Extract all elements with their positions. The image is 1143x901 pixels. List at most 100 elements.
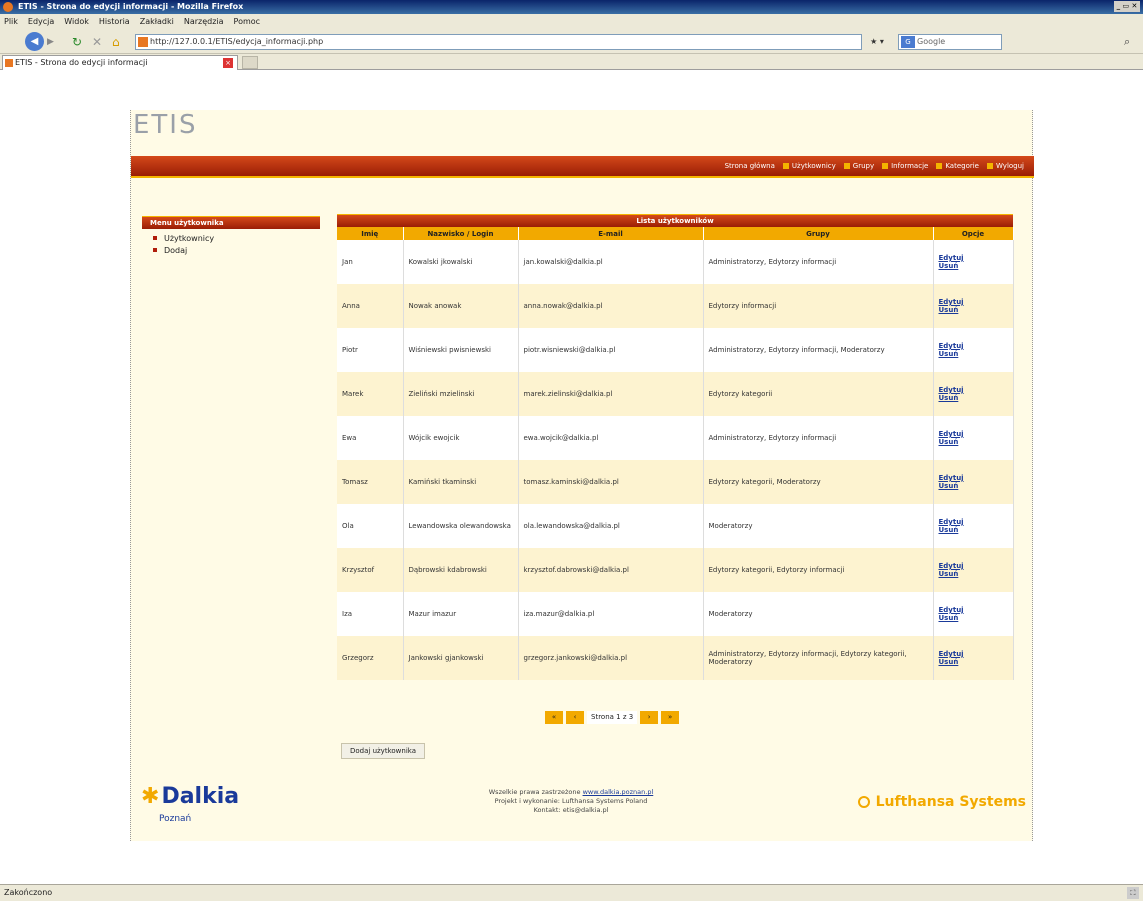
delete-link[interactable]: Usuń: [939, 394, 959, 402]
column-header-first-name[interactable]: Imię: [337, 227, 404, 240]
nav-item-users[interactable]: Użytkownicy: [782, 162, 836, 170]
dalkia-logo: ✱Dalkia: [141, 784, 240, 809]
delete-link[interactable]: Usuń: [939, 350, 959, 358]
delete-link[interactable]: Usuń: [939, 262, 959, 270]
users-table-panel: Lista użytkowników Imię Nazwisko / Login…: [337, 214, 1014, 680]
cell-first-name: Ewa: [337, 416, 404, 460]
menu-file[interactable]: Plik: [4, 14, 18, 30]
cell-first-name: Krzysztof: [337, 548, 404, 592]
delete-link[interactable]: Usuń: [939, 614, 959, 622]
edit-link[interactable]: Edytuj: [939, 606, 964, 614]
cell-email: jan.kowalski@dalkia.pl: [518, 240, 704, 284]
menu-help[interactable]: Pomoc: [234, 14, 261, 30]
edit-link[interactable]: Edytuj: [939, 386, 964, 394]
edit-link[interactable]: Edytuj: [939, 430, 964, 438]
menu-edit[interactable]: Edycja: [28, 14, 54, 30]
browser-tab[interactable]: ETIS - Strona do edycji informacji ×: [2, 55, 238, 70]
cell-options: Edytuj Usuń: [933, 372, 1014, 416]
cell-options: Edytuj Usuń: [933, 240, 1014, 284]
new-tab-button[interactable]: [242, 56, 258, 69]
delete-link[interactable]: Usuń: [939, 658, 959, 666]
delete-link[interactable]: Usuń: [939, 570, 959, 578]
table-title: Lista użytkowników: [337, 214, 1013, 227]
edit-link[interactable]: Edytuj: [939, 254, 964, 262]
footer: ✱Dalkia Poznań Wszelkie prawa zastrzeżon…: [131, 776, 1034, 842]
cell-groups: Moderatorzy: [703, 504, 934, 548]
delete-link[interactable]: Usuń: [939, 526, 959, 534]
delete-link[interactable]: Usuń: [939, 438, 959, 446]
cell-first-name: Marek: [337, 372, 404, 416]
reload-icon[interactable]: ↻: [72, 35, 82, 49]
sidebar-item-users[interactable]: Użytkownicy: [153, 232, 214, 244]
tab-close-icon[interactable]: ×: [223, 58, 233, 68]
cell-groups: Moderatorzy: [703, 592, 934, 636]
cell-first-name: Ola: [337, 504, 404, 548]
menu-tools[interactable]: Narzędzia: [184, 14, 224, 30]
cell-login: Wójcik ewojcik: [403, 416, 519, 460]
search-box[interactable]: G Google: [898, 34, 1002, 50]
bullet-icon: [153, 236, 157, 240]
page-container: ETIS Strona główna Użytkownicy Grupy Inf…: [130, 110, 1034, 842]
sidebar-item-add[interactable]: Dodaj: [153, 244, 214, 256]
search-icon[interactable]: ⌕: [1124, 35, 1130, 49]
edit-link[interactable]: Edytuj: [939, 518, 964, 526]
menu-bar: Plik Edycja Widok Historia Zakładki Narz…: [0, 14, 1143, 30]
cell-groups: Edytorzy informacji: [703, 284, 934, 328]
table-row: Ewa Wójcik ewojcik ewa.wojcik@dalkia.pl Adm…: [337, 416, 1014, 460]
status-bar: Zakończono ⛶: [0, 884, 1143, 901]
cell-options: Edytuj Usuń: [933, 460, 1014, 504]
last-page-button[interactable]: »: [661, 711, 680, 724]
forward-icon[interactable]: ▶: [47, 36, 59, 48]
edit-link[interactable]: Edytuj: [939, 474, 964, 482]
next-page-button[interactable]: ›: [640, 711, 659, 724]
cell-login: Mazur imazur: [403, 592, 519, 636]
cell-email: marek.zielinski@dalkia.pl: [518, 372, 704, 416]
column-header-login[interactable]: Nazwisko / Login: [403, 227, 519, 240]
menu-bookmarks[interactable]: Zakładki: [140, 14, 174, 30]
search-engine-icon[interactable]: G: [901, 36, 915, 48]
status-text: Zakończono: [4, 888, 53, 897]
column-header-email[interactable]: E-mail: [518, 227, 704, 240]
menu-view[interactable]: Widok: [64, 14, 89, 30]
cell-groups: Administratorzy, Edytorzy informacji, Mo…: [703, 328, 934, 372]
cell-login: Nowak anowak: [403, 284, 519, 328]
table-row: Iza Mazur imazur iza.mazur@dalkia.pl Modera…: [337, 592, 1014, 636]
nav-item-information[interactable]: Informacje: [882, 162, 928, 170]
etis-logo[interactable]: ETIS: [133, 110, 197, 140]
cell-login: Wiśniewski pwisniewski: [403, 328, 519, 372]
cell-first-name: Iza: [337, 592, 404, 636]
back-icon[interactable]: ◀: [25, 32, 44, 51]
cell-options: Edytuj Usuń: [933, 328, 1014, 372]
page-info: Strona 1 z 3: [587, 711, 638, 724]
delete-link[interactable]: Usuń: [939, 482, 959, 490]
cell-groups: Administratorzy, Edytorzy informacji, Ed…: [703, 636, 934, 680]
column-header-groups[interactable]: Grupy: [703, 227, 934, 240]
nav-item-categories[interactable]: Kategorie: [936, 162, 979, 170]
cell-options: Edytuj Usuń: [933, 416, 1014, 460]
nav-item-home[interactable]: Strona główna: [725, 162, 775, 170]
stop-icon[interactable]: ✕: [92, 35, 102, 49]
dalkia-star-icon: ✱: [141, 784, 160, 809]
home-icon[interactable]: ⌂: [112, 35, 120, 49]
edit-link[interactable]: Edytuj: [939, 342, 964, 350]
address-dropdown-icon[interactable]: ★ ▾: [862, 34, 892, 50]
nav-item-logout[interactable]: Wyloguj: [987, 162, 1024, 170]
first-page-button[interactable]: «: [545, 711, 563, 724]
cell-first-name: Grzegorz: [337, 636, 404, 680]
navigation-toolbar: ◀ ▶ ↻ ✕ ⌂ http://127.0.0.1/ETIS/edycja_i…: [0, 30, 1143, 54]
cell-options: Edytuj Usuń: [933, 548, 1014, 592]
nav-item-groups[interactable]: Grupy: [843, 162, 874, 170]
edit-link[interactable]: Edytuj: [939, 562, 964, 570]
cell-login: Kamiński tkaminski: [403, 460, 519, 504]
prev-page-button[interactable]: ‹: [566, 711, 584, 724]
edit-link[interactable]: Edytuj: [939, 650, 964, 658]
window-controls[interactable]: _ ▭ ✕: [1114, 1, 1140, 12]
delete-link[interactable]: Usuń: [939, 306, 959, 314]
edit-link[interactable]: Edytuj: [939, 298, 964, 306]
address-bar[interactable]: http://127.0.0.1/ETIS/edycja_informacji.…: [135, 34, 862, 50]
cell-email: ewa.wojcik@dalkia.pl: [518, 416, 704, 460]
add-user-button[interactable]: Dodaj użytkownika: [341, 743, 425, 759]
table-row: Marek Zieliński mzielinski marek.zielinski…: [337, 372, 1014, 416]
footer-link[interactable]: www.dalkia.poznan.pl: [583, 788, 654, 796]
menu-history[interactable]: Historia: [99, 14, 130, 30]
